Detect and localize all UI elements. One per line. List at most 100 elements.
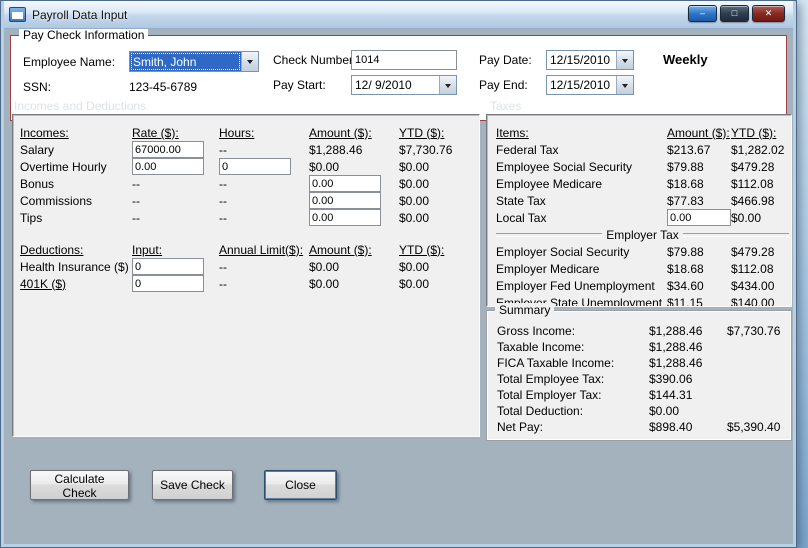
- pay-date-label: Pay Date:: [479, 53, 532, 67]
- deductions-header-items: Deductions:: [20, 242, 84, 257]
- employer-suta-amount: $11.15: [667, 295, 703, 307]
- net-pay-ytd: $5,390.40: [727, 420, 781, 434]
- commissions-rate: --: [132, 193, 140, 208]
- federal-tax-label: Federal Tax: [496, 142, 559, 157]
- employee-ss-label: Employee Social Security: [496, 159, 633, 174]
- fica-taxable-amount: $1,288.46: [649, 356, 703, 370]
- employer-ss-label: Employer Social Security: [496, 244, 630, 259]
- minimize-button[interactable]: –: [688, 5, 717, 22]
- pay-end-dropdown-arrow-icon[interactable]: [616, 76, 633, 94]
- incomes-deductions-panel: Incomes: Rate ($): Hours: Amount ($): YT…: [12, 114, 480, 437]
- taxes-header-items: Items:: [496, 125, 529, 140]
- maximize-button[interactable]: □: [720, 5, 749, 22]
- employee-medicare-label: Employee Medicare: [496, 176, 603, 191]
- k401-limit: --: [219, 276, 227, 291]
- net-pay-label: Net Pay:: [497, 420, 544, 434]
- overtime-hours-input[interactable]: [219, 158, 291, 175]
- calculate-check-button[interactable]: Calculate Check: [30, 470, 129, 500]
- employer-futa-ytd: $434.00: [731, 278, 775, 293]
- deductions-header-ytd: YTD ($):: [399, 242, 445, 257]
- pay-date-dropdown-arrow-icon[interactable]: [616, 51, 633, 69]
- taxable-income-amount: $1,288.46: [649, 340, 703, 354]
- gross-income-label: Gross Income:: [497, 324, 576, 338]
- employer-suta-ytd: $140.00: [731, 295, 775, 307]
- tips-ytd: $0.00: [399, 210, 430, 225]
- employer-ss-amount: $79.88: [667, 244, 704, 259]
- deductions-table: Deductions: Input: Annual Limit($): Amou…: [20, 241, 479, 292]
- overtime-amount: $0.00: [309, 159, 340, 174]
- bonus-amount-input[interactable]: [309, 175, 381, 192]
- salary-hours: --: [219, 142, 227, 157]
- taxable-income-label: Taxable Income:: [497, 340, 585, 354]
- commissions-amount-input[interactable]: [309, 192, 381, 209]
- employer-medicare-label: Employer Medicare: [496, 261, 600, 276]
- salary-amount: $1,288.46: [309, 142, 363, 157]
- state-tax-label: State Tax: [496, 193, 546, 208]
- gross-income-amount: $1,288.46: [649, 324, 703, 338]
- tips-hours: --: [219, 210, 227, 225]
- employer-medicare-amount: $18.68: [667, 261, 704, 276]
- salary-rate-input[interactable]: [132, 141, 204, 158]
- tips-label: Tips: [20, 210, 43, 225]
- bonus-label: Bonus: [20, 176, 55, 191]
- desktop-background: Payroll Data Input – □ ✕ Pay Check Infor…: [0, 0, 808, 548]
- total-employer-tax-amount: $144.31: [649, 388, 693, 402]
- incomes-header-items: Incomes:: [20, 125, 69, 140]
- pay-start-datepicker[interactable]: 12/ 9/2010: [351, 75, 457, 95]
- total-employee-tax-label: Total Employee Tax:: [497, 372, 605, 386]
- employee-name-dropdown-arrow-icon[interactable]: [241, 52, 258, 71]
- overtime-label: Overtime Hourly: [20, 159, 107, 174]
- incomes-deductions-section-label: Incomes and Deductions: [14, 99, 147, 113]
- net-pay-amount: $898.40: [649, 420, 693, 434]
- health-insurance-label: Health Insurance ($): [20, 259, 129, 274]
- health-insurance-limit: --: [219, 259, 227, 274]
- total-employee-tax-amount: $390.06: [649, 372, 693, 386]
- overtime-rate-input[interactable]: [132, 158, 204, 175]
- check-number-label: Check Number:: [273, 53, 357, 67]
- close-window-button[interactable]: ✕: [752, 5, 785, 22]
- pay-start-value: 12/ 9/2010: [355, 78, 412, 92]
- employer-futa-amount: $34.60: [667, 278, 704, 293]
- save-check-button[interactable]: Save Check: [152, 470, 233, 500]
- close-button[interactable]: Close: [264, 470, 337, 500]
- form-client-area: Pay Check Information Employee Name: Smi…: [4, 29, 793, 544]
- k401-amount: $0.00: [309, 276, 340, 291]
- local-tax-input[interactable]: [667, 209, 731, 226]
- incomes-header-amount: Amount ($):: [309, 125, 372, 140]
- pay-end-datepicker[interactable]: 12/15/2010: [546, 75, 634, 95]
- local-tax-ytd: $0.00: [731, 210, 762, 225]
- health-insurance-ytd: $0.00: [399, 259, 430, 274]
- tips-amount-input[interactable]: [309, 209, 381, 226]
- federal-tax-ytd: $1,282.02: [731, 142, 785, 157]
- bonus-hours: --: [219, 176, 227, 191]
- federal-tax-amount: $213.67: [667, 142, 711, 157]
- pay-start-dropdown-arrow-icon[interactable]: [439, 76, 456, 94]
- salary-label: Salary: [20, 142, 55, 157]
- employee-name-combobox[interactable]: Smith, John: [129, 51, 259, 72]
- employer-ss-ytd: $479.28: [731, 244, 775, 259]
- bonus-rate: --: [132, 176, 140, 191]
- incomes-header-ytd: YTD ($):: [399, 125, 445, 140]
- taxes-section-label: Taxes: [490, 99, 522, 113]
- taxes-panel: Items: Amount ($): YTD ($): Federal Tax …: [486, 114, 792, 307]
- k401-input[interactable]: [132, 275, 204, 292]
- taxes-table: Items: Amount ($): YTD ($): Federal Tax …: [496, 124, 791, 307]
- payroll-window: Payroll Data Input – □ ✕ Pay Check Infor…: [0, 0, 797, 548]
- state-tax-ytd: $466.98: [731, 193, 775, 208]
- pay-date-datepicker[interactable]: 12/15/2010: [546, 50, 634, 70]
- commissions-ytd: $0.00: [399, 193, 430, 208]
- check-number-input[interactable]: [351, 50, 457, 70]
- employer-tax-group-divider: Employer Tax: [496, 226, 790, 243]
- pay-start-label: Pay Start:: [273, 78, 326, 92]
- tips-rate: --: [132, 210, 140, 225]
- window-title: Payroll Data Input: [32, 7, 128, 22]
- caption-buttons: – □ ✕: [688, 5, 785, 22]
- k401-label: 401K ($): [20, 276, 67, 291]
- total-deduction-amount: $0.00: [649, 404, 680, 418]
- health-insurance-input[interactable]: [132, 258, 204, 275]
- title-bar[interactable]: Payroll Data Input – □ ✕: [4, 1, 793, 29]
- gross-income-ytd: $7,730.76: [727, 324, 781, 338]
- incomes-table: Incomes: Rate ($): Hours: Amount ($): YT…: [20, 124, 479, 226]
- employee-name-selected-value: Smith, John: [130, 52, 241, 71]
- summary-table: Gross Income: $1,288.46 $7,730.76 Taxabl…: [497, 323, 791, 435]
